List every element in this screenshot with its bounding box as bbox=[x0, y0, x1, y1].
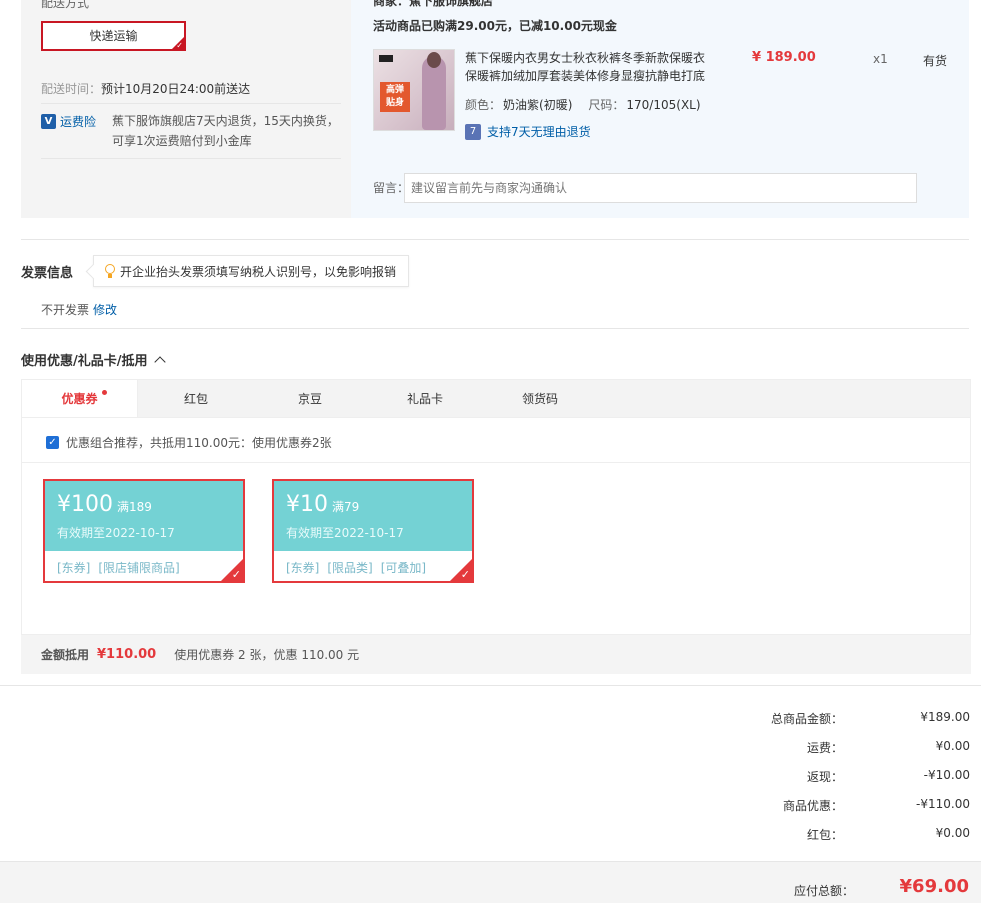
coupon-amount: ¥10 bbox=[286, 492, 328, 517]
invoice-tip: 开企业抬头发票须填写纳税人识别号，以免影响报销 bbox=[93, 255, 410, 287]
coupon-card[interactable]: ¥10 满79 有效期至2022-10-17 [东券] [限品类] [可叠加] ✓ bbox=[272, 479, 474, 583]
summary-row: 总商品金额： ¥189.00 bbox=[770, 710, 970, 726]
tab-coupons[interactable]: 优惠券 bbox=[22, 380, 138, 418]
promotion-text: 活动商品已购满29.00元，已减10.00元现金 bbox=[373, 19, 617, 33]
summary-row: 商品优惠： -¥110.00 bbox=[782, 797, 970, 813]
model-head-icon bbox=[427, 52, 441, 68]
divider bbox=[0, 685, 981, 686]
message-input[interactable] bbox=[404, 173, 917, 203]
seller-name: 商家：蕉下服饰旗舰店 bbox=[373, 0, 494, 8]
delivery-time: 配送时间：预计10月20日24:00前送达 bbox=[41, 82, 251, 96]
divider bbox=[22, 462, 970, 463]
tab-red-packet[interactable]: 红包 bbox=[138, 380, 254, 418]
check-icon: ✓ bbox=[176, 41, 183, 50]
delivery-time-value: 预计10月20日24:00前送达 bbox=[101, 82, 251, 96]
coupon-amount: ¥100 bbox=[57, 492, 113, 517]
return-icon: 7 bbox=[465, 123, 481, 140]
divider bbox=[41, 158, 341, 159]
lightbulb-icon bbox=[104, 264, 116, 278]
checkbox-checked-icon: ✓ bbox=[46, 436, 59, 449]
deduct-text: 使用优惠券 2 张，优惠 110.00 元 bbox=[174, 648, 360, 662]
coupon-tags: [东券] [限品类] [可叠加] bbox=[286, 561, 427, 575]
color-value: 奶油紫(初暖) bbox=[503, 98, 573, 112]
thumb-badge: 高弹 贴身 bbox=[380, 82, 410, 112]
brand-logo-icon bbox=[379, 55, 393, 62]
deduction-summary: 金额抵用 ¥110.00 使用优惠券 2 张，优惠 110.00 元 bbox=[21, 635, 971, 674]
product-quantity: x1 bbox=[873, 52, 888, 66]
tab-jingdou[interactable]: 京豆 bbox=[252, 380, 368, 418]
summary-row: 返现： -¥10.00 bbox=[806, 768, 970, 784]
coupon-condition: 满79 bbox=[332, 500, 360, 514]
shipping-title: 配送方式 bbox=[41, 0, 90, 10]
check-icon: ✓ bbox=[231, 568, 241, 581]
total-label: 应付总额： bbox=[793, 884, 854, 898]
coupon-card[interactable]: ¥100 满189 有效期至2022-10-17 [东券] [限店铺限商品] ✓ bbox=[43, 479, 245, 583]
summary-row: 运费： ¥0.00 bbox=[806, 739, 970, 755]
recommend-combo-checkbox[interactable]: ✓ 优惠组合推荐，共抵用110.00元：使用优惠券2张 bbox=[46, 434, 332, 451]
invoice-title: 发票信息 bbox=[21, 266, 74, 281]
coupon-condition: 满189 bbox=[117, 500, 152, 514]
shipping-method-label: 快递运输 bbox=[89, 29, 138, 43]
deduct-label: 金额抵用 bbox=[41, 648, 90, 662]
total-amount: ¥69.00 bbox=[899, 876, 969, 897]
deduct-amount: ¥110.00 bbox=[97, 647, 157, 662]
red-dot-badge bbox=[102, 390, 107, 395]
discount-tabs: 优惠券 红包 京豆 礼品卡 领货码 bbox=[21, 379, 971, 418]
express-shipping-button[interactable]: 快递运输 ✓ bbox=[41, 21, 186, 51]
freight-insurance-label: 运费险 bbox=[60, 115, 97, 129]
product-attributes: 颜色： 奶油紫(初暖) 尺码： 170/105(XL) bbox=[465, 98, 701, 112]
freight-insurance-description: 蕉下服饰旗舰店7天内退货，15天内换货，可享1次运费赔付到小金库 bbox=[112, 114, 339, 148]
chevron-up-icon bbox=[153, 356, 166, 368]
shield-icon: V bbox=[41, 114, 56, 129]
invoice-state: 不开发票 修改 bbox=[41, 303, 118, 317]
divider bbox=[41, 103, 341, 104]
invoice-edit-link[interactable]: 修改 bbox=[93, 303, 117, 317]
divider bbox=[21, 239, 969, 240]
product-price: ¥ 189.00 bbox=[752, 50, 816, 65]
return-policy-link[interactable]: 7 支持7天无理由退货 bbox=[465, 123, 591, 140]
size-value: 170/105(XL) bbox=[626, 98, 701, 112]
product-name-link[interactable]: 蕉下保暖内衣男女士秋衣秋裤冬季新款保暖衣保暖裤加绒加厚套装美体修身显瘦抗静电打底 bbox=[465, 49, 710, 85]
check-icon: ✓ bbox=[460, 568, 470, 581]
summary-row: 红包： ¥0.00 bbox=[806, 826, 970, 842]
coupon-card-header: ¥100 满189 有效期至2022-10-17 bbox=[45, 481, 243, 551]
divider bbox=[21, 328, 969, 329]
stock-status: 有货 bbox=[923, 54, 948, 68]
discount-section-toggle[interactable]: 使用优惠/礼品卡/抵用 bbox=[21, 350, 166, 369]
coupon-card-header: ¥10 满79 有效期至2022-10-17 bbox=[274, 481, 472, 551]
tab-redeem-code[interactable]: 领货码 bbox=[482, 380, 598, 418]
tab-gift-card[interactable]: 礼品卡 bbox=[367, 380, 483, 418]
freight-insurance-link[interactable]: V 运费险 bbox=[41, 113, 96, 130]
coupon-expiry: 有效期至2022-10-17 bbox=[57, 526, 175, 540]
coupon-expiry: 有效期至2022-10-17 bbox=[286, 526, 404, 540]
product-thumbnail[interactable]: 高弹 贴身 bbox=[373, 49, 455, 131]
coupon-tags: [东券] [限店铺限商品] bbox=[57, 561, 180, 575]
